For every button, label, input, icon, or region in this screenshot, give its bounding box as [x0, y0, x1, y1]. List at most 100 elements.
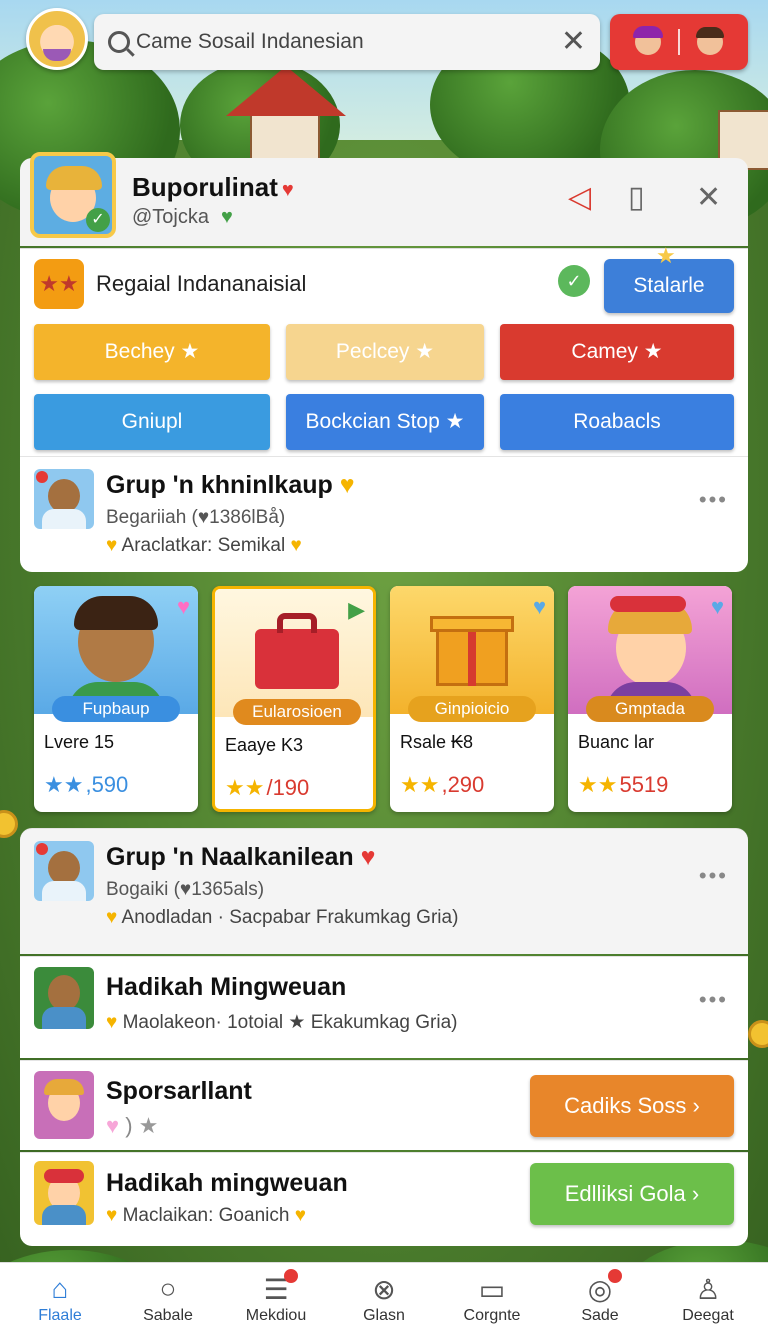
star-icon: ★★ [225, 775, 265, 800]
notification-badge [284, 1269, 298, 1283]
region-label: Regaial Indananaisial [96, 271, 307, 296]
more-options-icon[interactable]: ••• [699, 863, 728, 889]
tile-price: 5519 [619, 772, 669, 797]
start-button[interactable]: ★ Stalarle [604, 245, 734, 313]
bottom-nav: ⌂ Flaale ○ Sabale ☰ Mekdiou ⊗ Glasn ▭ Co… [0, 1262, 768, 1344]
group-thumbnail [34, 841, 94, 901]
category-button-peclcey[interactable]: Peclcey ★ [286, 324, 484, 380]
heart-icon: ♥ [532, 594, 546, 619]
weekly-title: Hadikah Mingweuan [106, 973, 347, 1001]
heart-icon: ♥ [360, 843, 376, 871]
close-icon[interactable]: ✕ [561, 27, 586, 57]
reward-tile[interactable]: ▶ Eularosioen Eaaye K3 ★★/190 [212, 586, 376, 812]
profile-picture[interactable]: ✓ [30, 152, 116, 238]
profile-name: Buporulinat [132, 172, 278, 202]
share-icon[interactable]: ◁ [568, 180, 591, 215]
profile-header: ✓ Buporulinat ♥ @Tojcka ♥ ◁ ▯ ✕ [20, 152, 748, 246]
tile-tag: Fupbaup [52, 696, 180, 722]
category-button-camey[interactable]: Camey ★ [500, 324, 734, 380]
star-icon: ★★ [44, 772, 84, 797]
close-panel-icon[interactable]: ✕ [696, 180, 721, 215]
weekly-cta-button[interactable]: Edlliksi Gola › [530, 1163, 734, 1225]
play-icon: ▶ [348, 597, 365, 622]
category-button-roabacls[interactable]: Roabacls [500, 394, 734, 450]
tile-label: Eaaye K3 [225, 735, 304, 755]
tile-tag: Gmptada [586, 696, 714, 722]
sponsor-title: Sporsarllant [106, 1077, 252, 1105]
notification-badge [608, 1269, 622, 1283]
more-options-icon[interactable]: ••• [699, 987, 728, 1013]
weekly-meta: Maclaikan: Goanich [122, 1205, 290, 1226]
nav-item-profile[interactable]: ♙ Deegat [654, 1263, 762, 1344]
gold-heart-icon: ♥ [106, 535, 118, 556]
sponsor-thumbnail [34, 1071, 94, 1139]
category-button-bockcian-stop[interactable]: Bockcian Stop ★ [286, 394, 484, 450]
nav-item-search[interactable]: ○ Sabale [114, 1263, 222, 1344]
group-thumbnail [34, 469, 94, 529]
search-icon [108, 31, 130, 53]
star-icon: ★★ [400, 772, 440, 797]
user-avatar[interactable] [26, 8, 88, 70]
chat-icon: ▭ [478, 1274, 506, 1305]
nav-item-explore[interactable]: ⊗ Glasn [330, 1263, 438, 1344]
tile-tag: Eularosioen [233, 699, 361, 725]
weekly-meta: Maolakeon· 1otoial ★ Ekakumkag Gria) [122, 1012, 458, 1033]
tile-price: ,290 [441, 772, 485, 797]
group-subtitle: Bogaiki (♥1365als) [106, 879, 265, 900]
gold-heart-icon: ♥ [290, 535, 302, 556]
friends-button[interactable] [610, 14, 748, 70]
gift-box-image [390, 586, 554, 714]
girl-avatar-image [568, 586, 732, 716]
weekly-challenge-row[interactable]: Hadikah Mingweuan ♥ Maolakeon· 1otoial ★… [20, 956, 748, 1058]
star-icon: ★ [656, 243, 676, 268]
verified-icon: ✓ [86, 208, 110, 232]
more-options-icon[interactable]: ••• [699, 487, 728, 513]
weekly-reward-row: Hadikah mingweuan ♥ Maclaikan: Goanich ♥… [20, 1152, 748, 1246]
star-icon: ★ [138, 1113, 159, 1138]
tile-tag: Ginpioicio [408, 696, 536, 722]
tile-label: Rsale ₭8 [400, 732, 474, 752]
green-heart-icon: ♥ [221, 206, 233, 228]
profile-icon: ♙ [695, 1274, 721, 1305]
reward-tile[interactable]: ♥ Gmptada Buanc lar ★★5519 [568, 586, 732, 812]
weekly-thumbnail [34, 1161, 94, 1225]
weekly-title: Hadikah mingweuan [106, 1169, 348, 1197]
main-panel: ✓ Buporulinat ♥ @Tojcka ♥ ◁ ▯ ✕ ★★ Regaial… [20, 152, 748, 1246]
heart-icon: ♥ [710, 594, 724, 619]
region-badge-icon: ★★ [34, 259, 84, 309]
check-icon: ✓ [558, 265, 590, 297]
search-input[interactable]: Came Sosail Indanesian [136, 30, 561, 54]
bookmark-icon[interactable]: ▯ [628, 180, 645, 215]
group-title: Grup 'n khninlkaup [106, 471, 333, 499]
nav-item-home[interactable]: ⌂ Flaale [6, 1263, 114, 1344]
compass-icon: ⊗ [372, 1274, 396, 1305]
friend-avatar-icon [632, 26, 663, 55]
group-card[interactable]: Grup 'n Naalkanilean ♥ Bogaiki (♥1365als… [20, 828, 748, 954]
group-card[interactable]: Grup 'n khninlkaup ♥ Begariiah (♥1386lBå… [20, 456, 748, 572]
nav-item-chat[interactable]: ▭ Corgnte [438, 1263, 546, 1344]
moon-icon: ) [125, 1113, 133, 1138]
group-meta: Araclatkar: Semikal [121, 535, 286, 556]
game-icon: ◎ [546, 1263, 654, 1307]
reward-tile[interactable]: ♥ Ginpioicio Rsale ₭8 ★★,290 [390, 586, 554, 812]
home-icon: ⌂ [51, 1273, 69, 1304]
profile-handle: @Tojcka [132, 206, 209, 228]
group-title: Grup 'n Naalkanilean [106, 843, 354, 871]
tile-label: Lvere 15 [44, 732, 115, 752]
boy-avatar-image [34, 586, 198, 718]
category-button-gniupl[interactable]: Gniupl [34, 394, 270, 450]
weekly-thumbnail [34, 967, 94, 1029]
nav-item-game[interactable]: ◎ Sade [546, 1263, 654, 1344]
gold-heart-icon: ♥ [106, 1012, 118, 1033]
search-bar[interactable]: Came Sosail Indanesian ✕ [94, 14, 600, 70]
search-icon: ○ [159, 1273, 177, 1304]
category-grid: Bechey ★ Peclcey ★ Camey ★ Gniupl Bockci… [20, 320, 748, 456]
reward-tile[interactable]: ♥ Fupbaup Lvere 15 ★★,590 [34, 586, 198, 812]
friend-avatar-icon [696, 27, 725, 55]
tile-label: Buanc lar [578, 732, 655, 752]
gold-heart-icon: ♥ [339, 471, 355, 499]
category-button-bechey[interactable]: Bechey ★ [34, 324, 270, 380]
nav-item-menu[interactable]: ☰ Mekdiou [222, 1263, 330, 1344]
group-meta: Anodladan · Sacpabar Frakumkag Gria) [121, 907, 459, 928]
sponsor-cta-button[interactable]: Cadiks Soss › [530, 1075, 734, 1137]
